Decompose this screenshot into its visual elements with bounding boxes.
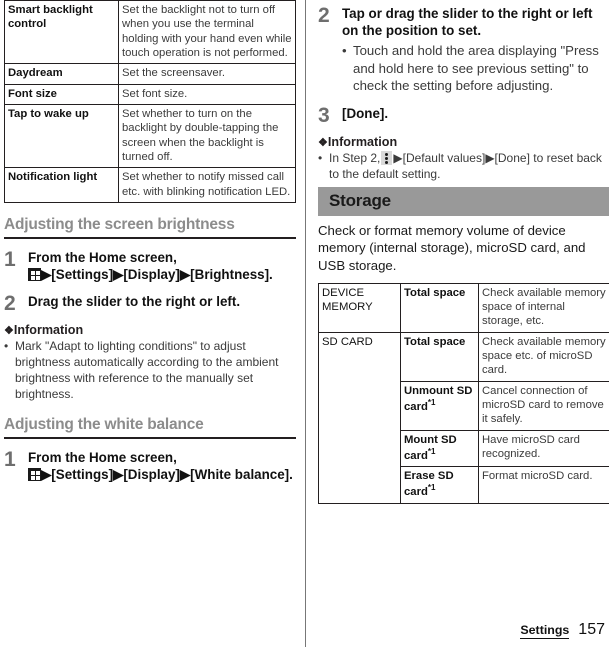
manual-page: Smart backlight control Set the backligh… <box>0 0 609 647</box>
table-row: DEVICE MEMORY Total space Check availabl… <box>318 282 609 333</box>
storage-item-description: Cancel connection of microSD card to rem… <box>478 380 609 431</box>
information-heading-label: Information <box>327 134 398 149</box>
storage-item-description: Check available memory space of internal… <box>478 282 609 333</box>
step-text-line1: From the Home screen, <box>28 250 177 266</box>
step-path: ▶[Settings]▶[Display]▶[White balance]. <box>41 467 293 483</box>
diamond-icon: ❖ <box>4 325 14 338</box>
section-heading-brightness: Adjusting the screen brightness <box>4 216 296 240</box>
storage-group-name: SD CARD <box>318 331 401 504</box>
step-sub-item: • Touch and hold the area displaying "Pr… <box>342 42 608 95</box>
setting-description: Set whether to notify missed call etc. w… <box>118 167 296 204</box>
footnote-marker: *1 <box>427 397 436 407</box>
setting-description: Set font size. <box>118 83 296 106</box>
step-text: From the Home screen, ▶[Settings]▶[Displ… <box>28 248 294 283</box>
app-drawer-grid-icon <box>28 468 41 482</box>
table-row: Tap to wake up Set whether to turn on th… <box>4 104 296 169</box>
setting-name: Tap to wake up <box>4 104 119 169</box>
setting-name: Font size <box>4 83 119 106</box>
display-settings-table: Smart backlight control Set the backligh… <box>4 0 296 204</box>
step-2-white-balance: 2 Tap or drag the slider to the right or… <box>318 4 608 95</box>
step-sub-text: Touch and hold the area displaying "Pres… <box>353 43 599 94</box>
bullet-icon: • <box>342 43 347 59</box>
step-text: Tap or drag the slider to the right or l… <box>342 6 593 39</box>
information-prefix: In Step 2, <box>329 150 381 165</box>
table-row: Daydream Set the screensaver. <box>4 63 296 85</box>
step-number: 2 <box>318 4 330 27</box>
step-number: 1 <box>4 248 16 272</box>
storage-group-name: DEVICE MEMORY <box>318 282 401 333</box>
page-footer: Settings 157 <box>520 621 605 639</box>
storage-item-label: Unmount SD card <box>404 384 473 413</box>
step-number: 1 <box>4 448 16 472</box>
vertical-dots-menu-icon <box>381 150 393 165</box>
setting-description: Set whether to turn on the backlight by … <box>118 104 296 169</box>
step-number: 3 <box>318 103 330 127</box>
step-text: [Done]. <box>342 105 389 121</box>
step-number: 2 <box>4 292 16 316</box>
storage-intro-text: Check or format memory volume of device … <box>318 222 586 273</box>
setting-name: Notification light <box>4 167 119 204</box>
storage-item-name: Total space <box>400 282 479 333</box>
table-row: Smart backlight control Set the backligh… <box>4 0 296 65</box>
step-1-white-balance: 1 From the Home screen, ▶[Settings]▶[Dis… <box>4 448 294 483</box>
information-heading-label: Information <box>13 323 84 338</box>
step-2-brightness: 2 Drag the slider to the right or left. <box>4 292 294 314</box>
setting-description: Set the screensaver. <box>118 63 296 85</box>
storage-item-description: Have microSD card recognized. <box>478 429 609 468</box>
table-row: Notification light Set whether to notify… <box>4 167 296 204</box>
step-3-white-balance: 3 [Done]. <box>318 104 608 126</box>
step-text-container: Tap or drag the slider to the right or l… <box>342 4 608 95</box>
information-item: • In Step 2, ▶[Default values]▶[Done] to … <box>318 150 608 183</box>
step-path: ▶[Settings]▶[Display]▶[Brightness]. <box>41 267 273 283</box>
footer-chapter-label: Settings <box>520 623 570 639</box>
storage-item-name: Erase SD card*1 <box>400 466 479 504</box>
storage-item-name: Unmount SD card*1 <box>400 380 479 431</box>
information-item-text: In Step 2, ▶[Default values]▶[Done] to re… <box>329 150 608 183</box>
step-text-line1: From the Home screen, <box>28 450 177 466</box>
bullet-icon: • <box>4 339 9 354</box>
left-column: Smart backlight control Set the backligh… <box>4 0 296 647</box>
table-row: Font size Set font size. <box>4 83 296 106</box>
section-heading-white-balance: Adjusting the white balance <box>4 416 296 440</box>
diamond-icon: ❖ <box>318 136 328 149</box>
footnote-marker: *1 <box>427 446 436 456</box>
storage-table: DEVICE MEMORY Total space Check availabl… <box>318 282 609 504</box>
storage-banner-title: Storage <box>318 186 609 216</box>
column-divider <box>305 0 306 647</box>
table-row: SD CARD Total space Check available memo… <box>318 331 609 504</box>
storage-item-description: Format microSD card. <box>478 466 609 504</box>
setting-name: Daydream <box>4 63 119 85</box>
information-item-text: Mark "Adapt to lighting conditions" to a… <box>15 339 279 402</box>
setting-description: Set the backlight not to turn off when y… <box>118 0 296 65</box>
information-heading-white-balance: ❖Information <box>318 135 608 149</box>
storage-item-name: Mount SD card*1 <box>400 429 479 468</box>
setting-name: Smart backlight control <box>4 0 119 65</box>
storage-item-name: Total space <box>400 331 479 382</box>
storage-item-description: Check available memory space etc. of mic… <box>478 331 609 382</box>
app-drawer-grid-icon <box>28 268 41 282</box>
footer-page-number: 157 <box>578 621 605 638</box>
footnote-marker: *1 <box>427 483 436 493</box>
right-column: 2 Tap or drag the slider to the right or… <box>318 0 609 647</box>
step-text: Drag the slider to the right or left. <box>28 294 241 310</box>
step-text: From the Home screen, ▶[Settings]▶[Displ… <box>28 448 294 483</box>
step-1-brightness: 1 From the Home screen, ▶[Settings]▶[Dis… <box>4 248 294 283</box>
information-heading-brightness: ❖Information <box>4 323 294 337</box>
information-item: • Mark "Adapt to lighting conditions" to… <box>4 339 294 403</box>
bullet-icon: • <box>318 150 323 165</box>
